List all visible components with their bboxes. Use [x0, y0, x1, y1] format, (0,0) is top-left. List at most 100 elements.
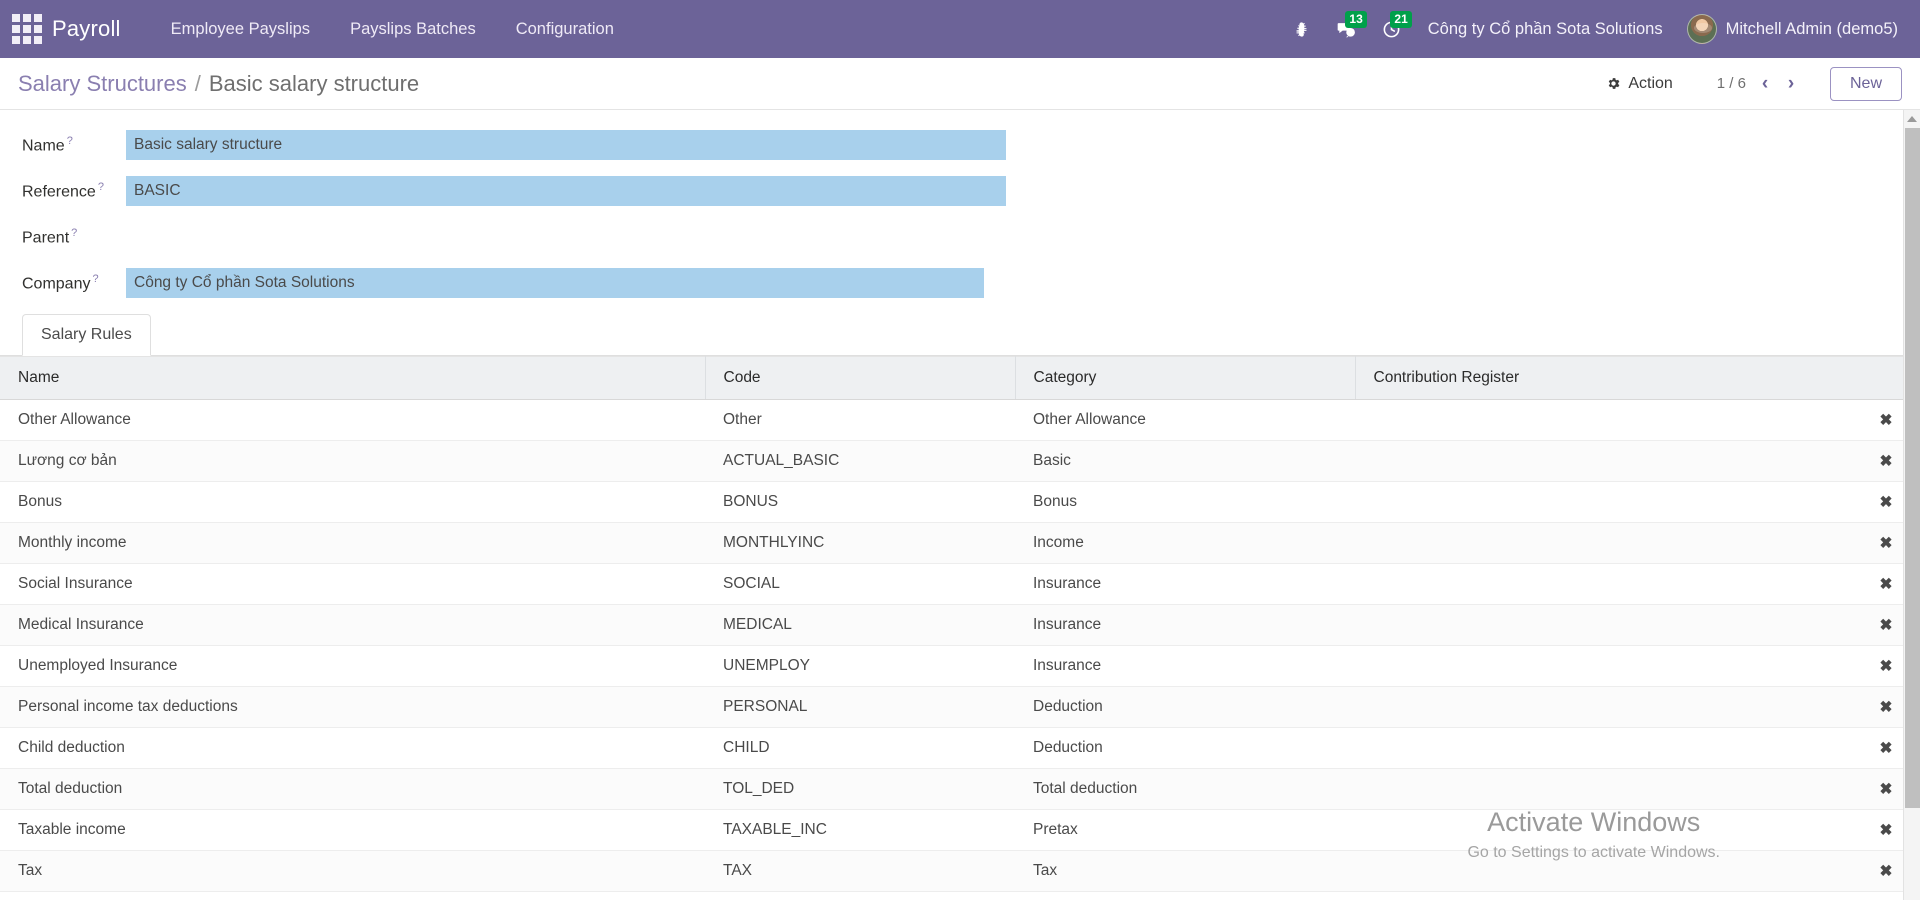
- rule-code-cell: TAXABLE_INC: [705, 810, 1015, 851]
- rule-category-cell: Other Allowance: [1015, 400, 1355, 441]
- table-row[interactable]: TaxTAXTax✖: [0, 851, 1920, 892]
- help-tooltip-icon[interactable]: ?: [98, 181, 104, 193]
- rule-name-cell: Lương cơ bản: [0, 441, 705, 482]
- table-row[interactable]: Social InsuranceSOCIALInsurance✖: [0, 564, 1920, 605]
- name-input[interactable]: Basic salary structure: [126, 130, 1006, 160]
- new-button[interactable]: New: [1830, 67, 1902, 101]
- menu-item-employee-payslips[interactable]: Employee Payslips: [151, 2, 330, 57]
- breadcrumb-salary-structures[interactable]: Salary Structures: [18, 71, 187, 97]
- app-brand-payroll[interactable]: Payroll: [52, 16, 121, 42]
- field-label-company: Company?: [22, 273, 126, 293]
- help-tooltip-icon[interactable]: ?: [92, 273, 98, 285]
- salary-rules-table: Name Code Category Contribution Register…: [0, 356, 1920, 892]
- rule-name-cell: Monthly income: [0, 523, 705, 564]
- rule-category-cell: Insurance: [1015, 605, 1355, 646]
- rule-category-cell: Basic: [1015, 441, 1355, 482]
- rule-name-cell: Social Insurance: [0, 564, 705, 605]
- table-row[interactable]: Medical InsuranceMEDICALInsurance✖: [0, 605, 1920, 646]
- table-row[interactable]: Unemployed InsuranceUNEMPLOYInsurance✖: [0, 646, 1920, 687]
- user-name: Mitchell Admin (demo5): [1726, 20, 1898, 39]
- rule-category-cell: Bonus: [1015, 482, 1355, 523]
- chevron-right-icon[interactable]: ›: [1778, 70, 1804, 98]
- scrollbar-thumb[interactable]: [1905, 128, 1920, 808]
- rule-name-cell: Tax: [0, 851, 705, 892]
- column-header-category[interactable]: Category: [1015, 357, 1355, 400]
- control-panel-actions: Action 1 / 6 ‹ › New: [1594, 67, 1902, 101]
- table-row[interactable]: Monthly incomeMONTHLYINCIncome✖: [0, 523, 1920, 564]
- rule-name-cell: Unemployed Insurance: [0, 646, 705, 687]
- messages-count-badge: 13: [1345, 11, 1366, 28]
- table-row[interactable]: Taxable incomeTAXABLE_INCPretax✖: [0, 810, 1920, 851]
- table-row[interactable]: Personal income tax deductionsPERSONALDe…: [0, 687, 1920, 728]
- column-header-contribution-register[interactable]: Contribution Register: [1355, 357, 1868, 400]
- rule-register-cell: [1355, 523, 1868, 564]
- rule-register-cell: [1355, 810, 1868, 851]
- rule-code-cell: ACTUAL_BASIC: [705, 441, 1015, 482]
- vertical-scrollbar[interactable]: [1903, 110, 1920, 900]
- menu-item-payslips-batches[interactable]: Payslips Batches: [330, 2, 496, 57]
- column-header-name[interactable]: Name: [0, 357, 705, 400]
- tab-salary-rules[interactable]: Salary Rules: [22, 314, 151, 356]
- rule-register-cell: [1355, 851, 1868, 892]
- main-menu: Employee Payslips Payslips Batches Confi…: [151, 2, 634, 57]
- rule-category-cell: Pretax: [1015, 810, 1355, 851]
- menu-item-configuration[interactable]: Configuration: [496, 2, 634, 57]
- apps-grid-cell: [34, 25, 42, 33]
- reference-input[interactable]: BASIC: [126, 176, 1006, 206]
- activities-count-badge: 21: [1390, 11, 1411, 28]
- company-switcher[interactable]: Công ty Cổ phần Sota Solutions: [1414, 20, 1677, 39]
- apps-grid-cell: [12, 25, 20, 33]
- avatar: [1687, 14, 1717, 44]
- rule-name-cell: Bonus: [0, 482, 705, 523]
- user-menu[interactable]: Mitchell Admin (demo5): [1677, 0, 1906, 58]
- parent-input[interactable]: [126, 222, 1006, 252]
- rule-name-cell: Child deduction: [0, 728, 705, 769]
- bug-icon[interactable]: [1280, 0, 1323, 58]
- company-input[interactable]: Công ty Cổ phần Sota Solutions: [126, 268, 984, 298]
- field-label-reference: Reference?: [22, 181, 126, 201]
- rule-code-cell: MEDICAL: [705, 605, 1015, 646]
- field-row-company: Company? Công ty Cổ phần Sota Solutions: [0, 268, 1920, 298]
- help-tooltip-icon[interactable]: ?: [67, 135, 73, 147]
- breadcrumb-separator: /: [195, 71, 201, 97]
- rule-code-cell: UNEMPLOY: [705, 646, 1015, 687]
- rule-register-cell: [1355, 482, 1868, 523]
- messages-button[interactable]: 13: [1323, 0, 1369, 58]
- column-header-code[interactable]: Code: [705, 357, 1015, 400]
- pager-count[interactable]: 1 / 6: [1711, 71, 1752, 96]
- rule-code-cell: TOL_DED: [705, 769, 1015, 810]
- rule-name-cell: Total deduction: [0, 769, 705, 810]
- table-row[interactable]: Lương cơ bảnACTUAL_BASICBasic✖: [0, 441, 1920, 482]
- gear-icon: [1606, 76, 1621, 91]
- table-row[interactable]: Child deductionCHILDDeduction✖: [0, 728, 1920, 769]
- scroll-up-arrow-icon[interactable]: [1904, 110, 1920, 127]
- apps-grid-cell: [23, 36, 31, 44]
- table-row[interactable]: Other AllowanceOtherOther Allowance✖: [0, 400, 1920, 441]
- rule-register-cell: [1355, 646, 1868, 687]
- rule-register-cell: [1355, 728, 1868, 769]
- table-row[interactable]: Total deductionTOL_DEDTotal deduction✖: [0, 769, 1920, 810]
- rule-category-cell: Insurance: [1015, 564, 1355, 605]
- rule-register-cell: [1355, 769, 1868, 810]
- rule-category-cell: Insurance: [1015, 646, 1355, 687]
- rule-register-cell: [1355, 605, 1868, 646]
- rule-code-cell: BONUS: [705, 482, 1015, 523]
- table-row[interactable]: BonusBONUSBonus✖: [0, 482, 1920, 523]
- control-panel: Salary Structures / Basic salary structu…: [0, 58, 1920, 110]
- form-sheet: Name? Basic salary structure Reference? …: [0, 110, 1920, 900]
- apps-grid-icon[interactable]: [10, 12, 44, 46]
- rule-name-cell: Personal income tax deductions: [0, 687, 705, 728]
- rule-name-cell: Other Allowance: [0, 400, 705, 441]
- table-body: Other AllowanceOtherOther Allowance✖Lươn…: [0, 400, 1920, 892]
- apps-grid-cell: [23, 14, 31, 22]
- rule-code-cell: Other: [705, 400, 1015, 441]
- apps-grid-cell: [12, 14, 20, 22]
- help-tooltip-icon[interactable]: ?: [71, 227, 77, 239]
- record-pager: 1 / 6 ‹ ›: [1711, 70, 1804, 98]
- table-header-row: Name Code Category Contribution Register: [0, 357, 1920, 400]
- action-button[interactable]: Action: [1594, 69, 1684, 99]
- page-title: Basic salary structure: [209, 71, 419, 97]
- chevron-left-icon[interactable]: ‹: [1752, 70, 1778, 98]
- form-fields: Name? Basic salary structure Reference? …: [0, 110, 1920, 298]
- activities-button[interactable]: 21: [1369, 0, 1414, 58]
